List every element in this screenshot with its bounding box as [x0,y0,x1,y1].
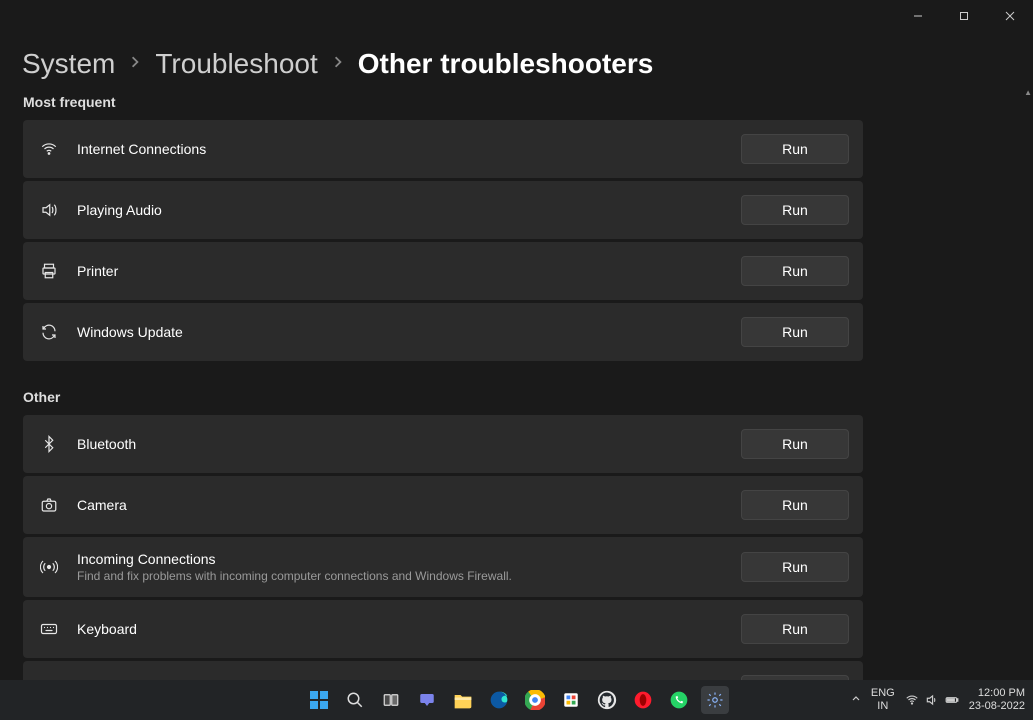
troubleshooter-row-bluetooth: Bluetooth Run [23,415,863,473]
breadcrumb-troubleshoot[interactable]: Troubleshoot [155,48,317,80]
run-button[interactable]: Run [741,195,849,225]
troubleshooter-title: Internet Connections [77,141,741,157]
breadcrumb-system[interactable]: System [22,48,115,80]
troubleshooter-row-keyboard: Keyboard Run [23,600,863,658]
section-heading-most-frequent: Most frequent [23,94,863,110]
camera-icon [37,493,61,517]
troubleshooter-row-internet-connections: Internet Connections Run [23,120,863,178]
taskbar-settings[interactable] [701,686,729,714]
breadcrumb: System Troubleshoot Other troubleshooter… [22,48,653,80]
tray-status-icons[interactable] [905,693,959,707]
chevron-right-icon [129,55,141,73]
troubleshooter-row-camera: Camera Run [23,476,863,534]
content-scroll[interactable]: Most frequent Internet Connections Run P… [23,94,1023,680]
taskbar-start[interactable] [305,686,333,714]
broadcast-icon [37,555,61,579]
taskbar-edge[interactable] [485,686,513,714]
keyboard-icon [37,617,61,641]
tray-lang-bottom: IN [871,700,895,713]
troubleshooter-title: Bluetooth [77,436,741,452]
troubleshooter-title: Playing Audio [77,202,741,218]
chevron-right-icon [332,55,344,73]
tray-date: 23-08-2022 [969,700,1025,713]
taskbar-search[interactable] [341,686,369,714]
troubleshooter-title: Windows Update [77,324,741,340]
run-button[interactable]: Run [741,552,849,582]
run-button[interactable]: Run [741,317,849,347]
tray-language[interactable]: ENG IN [871,687,895,712]
taskbar-chat[interactable] [413,686,441,714]
speaker-icon [37,198,61,222]
printer-icon [37,259,61,283]
refresh-icon [37,320,61,344]
run-button[interactable]: Run [741,134,849,164]
run-button[interactable]: Run [741,614,849,644]
taskbar-chrome[interactable] [521,686,549,714]
troubleshooter-row-incoming-connections: Incoming Connections Find and fix proble… [23,537,863,597]
troubleshooter-title: Printer [77,263,741,279]
taskbar-store[interactable] [557,686,585,714]
run-button[interactable]: Run [741,429,849,459]
minimize-button[interactable] [895,0,941,32]
scroll-up-indicator[interactable]: ▲ [1024,88,1032,97]
taskbar-taskview[interactable] [377,686,405,714]
run-button[interactable]: Run [741,490,849,520]
wifi-icon [37,137,61,161]
section-heading-other: Other [23,389,863,405]
tray-overflow-button[interactable] [851,694,861,707]
tray-lang-top: ENG [871,687,895,700]
taskbar: ENG IN 12:00 PM 23-08-2022 [0,680,1033,720]
taskbar-github[interactable] [593,686,621,714]
troubleshooter-row-printer: Printer Run [23,242,863,300]
tray-time: 12:00 PM [969,687,1025,700]
tray-clock[interactable]: 12:00 PM 23-08-2022 [969,687,1025,712]
troubleshooter-title: Keyboard [77,621,741,637]
run-button[interactable]: Run [741,256,849,286]
close-button[interactable] [987,0,1033,32]
volume-tray-icon [925,693,939,707]
wifi-tray-icon [905,693,919,707]
troubleshooter-desc: Find and fix problems with incoming comp… [77,569,741,583]
taskbar-opera[interactable] [629,686,657,714]
taskbar-whatsapp[interactable] [665,686,693,714]
bluetooth-icon [37,432,61,456]
troubleshooter-row-windows-update: Windows Update Run [23,303,863,361]
taskbar-explorer[interactable] [449,686,477,714]
troubleshooter-row-network-adapter: Network Adapter Run [23,661,863,680]
troubleshooter-title: Incoming Connections [77,551,741,567]
troubleshooter-row-playing-audio: Playing Audio Run [23,181,863,239]
troubleshooter-title: Camera [77,497,741,513]
breadcrumb-current: Other troubleshooters [358,48,654,80]
maximize-button[interactable] [941,0,987,32]
battery-tray-icon [945,693,959,707]
